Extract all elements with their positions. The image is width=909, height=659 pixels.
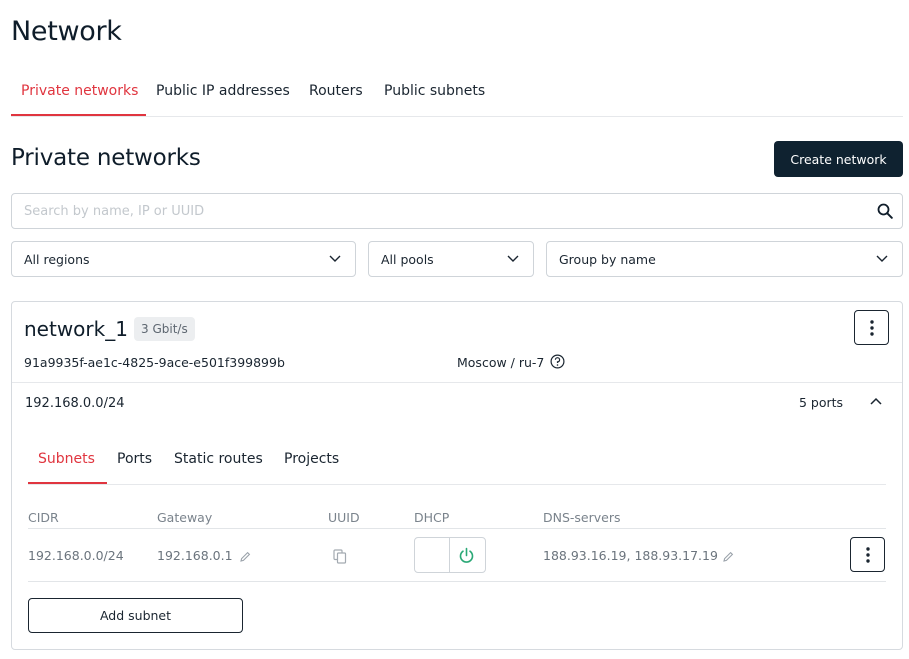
table-row-divider <box>28 581 886 582</box>
tab-projects[interactable]: Projects <box>284 451 339 467</box>
search-input[interactable] <box>24 194 864 228</box>
help-icon[interactable] <box>550 354 565 369</box>
chevron-down-icon <box>507 255 519 262</box>
network-region: Moscow / ru-7 <box>457 355 545 370</box>
active-tab-indicator <box>11 114 146 116</box>
speed-badge: 3 Gbit/s <box>134 317 195 341</box>
chevron-down-icon <box>329 255 341 262</box>
network-detail-tabs: Subnets Ports Static routes Projects <box>28 442 886 485</box>
search-icon[interactable] <box>877 203 893 219</box>
tab-ports[interactable]: Ports <box>117 451 152 467</box>
edit-dns-pencil-icon[interactable] <box>723 551 734 562</box>
region-select[interactable]: All regions <box>11 241 356 277</box>
edit-gateway-pencil-icon[interactable] <box>240 551 251 562</box>
row-cidr: 192.168.0.0/24 <box>28 548 124 563</box>
main-tabs: Private networks Public IP addresses Rou… <box>11 74 903 117</box>
tab-private-networks[interactable]: Private networks <box>21 83 138 99</box>
chevron-down-icon <box>876 255 888 262</box>
network-card: network_1 3 Gbit/s 91a9935f-ae1c-4825-9a… <box>11 301 903 650</box>
table-header-divider <box>28 528 886 529</box>
column-header-uuid: UUID <box>328 510 360 525</box>
section-title: Private networks <box>11 145 201 171</box>
tab-public-subnets[interactable]: Public subnets <box>384 83 485 99</box>
row-dns-servers: 188.93.16.19, 188.93.17.19 <box>543 548 718 563</box>
power-icon <box>459 547 474 563</box>
kebab-icon <box>866 547 870 563</box>
column-header-gateway: Gateway <box>157 510 213 525</box>
kebab-icon <box>870 320 874 336</box>
network-uuid: 91a9935f-ae1c-4825-9ace-e501f399899b <box>24 355 285 370</box>
group-select[interactable]: Group by name <box>546 241 903 277</box>
ports-count: 5 ports <box>799 395 844 410</box>
dhcp-toggle-divider <box>449 538 450 572</box>
group-select-value: Group by name <box>559 252 656 267</box>
column-header-dns: DNS-servers <box>543 510 621 525</box>
page-title: Network <box>11 16 122 47</box>
region-select-value: All regions <box>24 252 90 267</box>
active-inner-tab-indicator <box>28 482 107 484</box>
add-subnet-button[interactable]: Add subnet <box>28 598 243 633</box>
search-box <box>11 193 903 229</box>
chevron-up-icon[interactable] <box>869 396 883 406</box>
column-header-cidr: CIDR <box>28 510 59 525</box>
tab-routers[interactable]: Routers <box>309 83 363 99</box>
card-divider <box>12 382 902 383</box>
pool-select[interactable]: All pools <box>368 241 534 277</box>
subnet-header-cidr: 192.168.0.0/24 <box>25 396 125 411</box>
tab-subnets[interactable]: Subnets <box>38 451 95 467</box>
column-header-dhcp: DHCP <box>414 510 450 525</box>
create-network-button[interactable]: Create network <box>774 141 903 177</box>
copy-uuid-icon[interactable] <box>333 549 347 564</box>
row-gateway: 192.168.0.1 <box>157 548 233 563</box>
network-name[interactable]: network_1 <box>24 317 128 341</box>
subnet-menu-button[interactable] <box>850 537 885 572</box>
network-menu-button[interactable] <box>854 310 889 345</box>
tab-public-ip-addresses[interactable]: Public IP addresses <box>156 83 290 99</box>
dhcp-toggle[interactable] <box>414 537 486 573</box>
pool-select-value: All pools <box>381 252 434 267</box>
tab-static-routes[interactable]: Static routes <box>174 451 263 467</box>
